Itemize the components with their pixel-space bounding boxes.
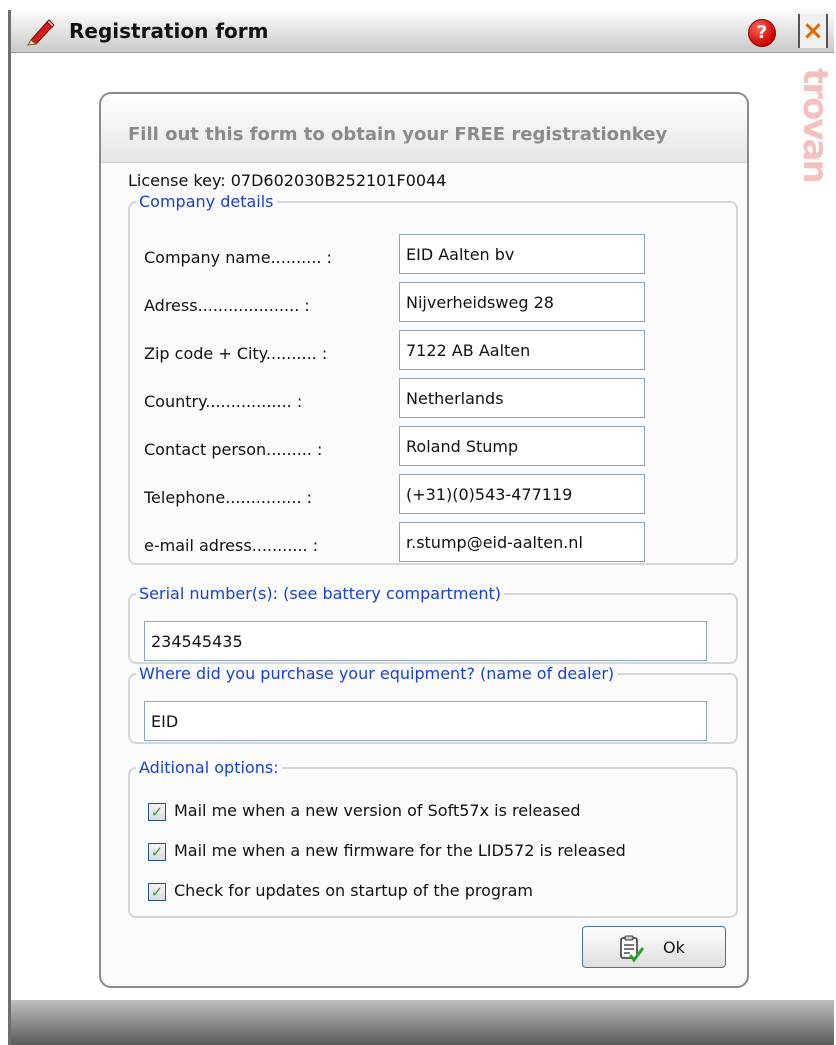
address-field[interactable] [399,282,645,322]
registration-window: Registration form ? × trovan Fill out th… [8,10,835,1045]
option-check-updates-label: Check for updates on startup of the prog… [174,881,533,900]
checkbox-new-firmware[interactable]: ✓ [148,843,166,861]
option-new-version-label: Mail me when a new version of Soft57x is… [174,801,581,820]
serial-number-group: Serial number(s): (see battery compartme… [128,584,738,664]
dealer-field[interactable] [144,701,707,741]
registration-panel: Fill out this form to obtain your FREE r… [99,92,749,988]
option-new-firmware-label: Mail me when a new firmware for the LID5… [174,841,626,860]
close-icon[interactable]: × [798,14,828,48]
additional-options-group: Aditional options: ✓ Mail me when a new … [128,758,738,918]
serial-number-field[interactable] [144,621,707,661]
contact-person-field[interactable] [399,426,645,466]
clipboard-check-icon [617,935,645,963]
license-key: License key: 07D602030B252101F0044 [128,171,447,190]
address-label: Adress.................... : [144,296,310,315]
ok-button[interactable]: Ok [582,926,726,968]
serial-number-legend: Serial number(s): (see battery compartme… [139,584,502,603]
ok-button-label: Ok [663,938,685,957]
company-details-legend: Company details [139,192,274,211]
telephone-label: Telephone............... : [144,488,313,507]
bottom-bar [11,1000,834,1045]
dealer-legend: Where did you purchase your equipment? (… [139,664,615,683]
dealer-group: Where did you purchase your equipment? (… [128,664,738,744]
email-label: e-mail adress........... : [144,536,319,555]
help-icon[interactable]: ? [748,19,776,47]
pencil-icon [25,18,55,46]
checkbox-new-version[interactable]: ✓ [148,803,166,821]
country-field[interactable] [399,378,645,418]
window-title: Registration form [69,19,269,43]
title-bar[interactable]: Registration form ? × [11,10,834,53]
additional-options-legend: Aditional options: [139,758,279,777]
company-details-group: Company details Company name.......... :… [128,192,738,565]
panel-heading: Fill out this form to obtain your FREE r… [128,124,668,145]
company-name-field[interactable] [399,234,645,274]
country-label: Country................. : [144,392,303,411]
zip-city-label: Zip code + City.......... : [144,344,328,363]
telephone-field[interactable] [399,474,645,514]
panel-header: Fill out this form to obtain your FREE r… [101,94,747,163]
email-field[interactable] [399,522,645,562]
contact-person-label: Contact person......... : [144,440,323,459]
brand-watermark: trovan [795,68,835,182]
checkbox-check-updates[interactable]: ✓ [148,883,166,901]
zip-city-field[interactable] [399,330,645,370]
company-name-label: Company name.......... : [144,248,332,267]
